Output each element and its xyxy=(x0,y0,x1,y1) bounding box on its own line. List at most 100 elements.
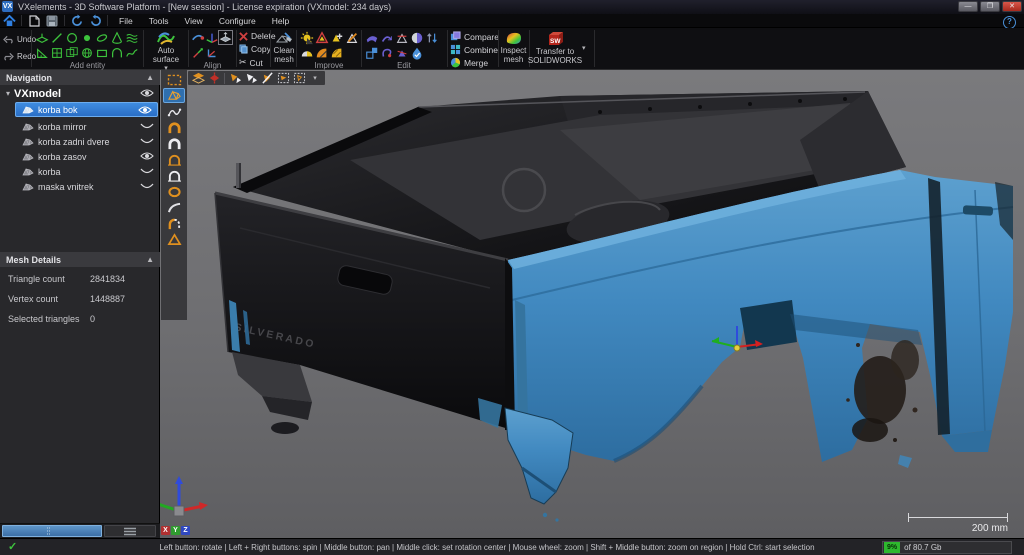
menu-help[interactable]: Help xyxy=(264,14,297,28)
extract-icon[interactable] xyxy=(394,30,409,45)
add-mesh-plane-icon[interactable] xyxy=(64,45,79,60)
menu-file[interactable]: File xyxy=(111,14,141,28)
tree-item-korba[interactable]: korba xyxy=(0,164,160,179)
new-document-icon[interactable] xyxy=(25,14,43,27)
collapse-navigation-icon[interactable]: ▲ xyxy=(146,73,154,82)
align-axes-icon[interactable] xyxy=(204,30,219,45)
fix-errors-icon[interactable] xyxy=(314,30,329,45)
visibility-eye-icon[interactable] xyxy=(140,151,154,163)
tree-item-maska-vnitrek[interactable]: maska vnitrek xyxy=(0,179,160,194)
menu-view[interactable]: View xyxy=(177,14,211,28)
copy-button[interactable]: Copy xyxy=(239,44,271,54)
list-view-toggle[interactable] xyxy=(104,525,156,537)
compare-button[interactable]: Compare xyxy=(450,31,499,42)
free-selection-icon[interactable] xyxy=(163,88,185,103)
align-move-icon[interactable] xyxy=(190,45,205,60)
flip-normals-icon[interactable] xyxy=(424,30,439,45)
fill-hole-whole-icon[interactable] xyxy=(163,120,185,135)
view-tools-dropdown-icon[interactable]: ▾ xyxy=(307,72,323,85)
offset-icon[interactable] xyxy=(379,30,394,45)
add-slot-icon[interactable] xyxy=(109,45,124,60)
home-icon[interactable] xyxy=(0,14,18,27)
add-cone-icon[interactable] xyxy=(109,30,124,45)
collapse-mesh-details-icon[interactable]: ▲ xyxy=(146,255,154,264)
navigation-panel-header[interactable]: Navigation ▲ xyxy=(0,70,160,85)
grow-selection-icon[interactable] xyxy=(275,72,291,85)
combine-button[interactable]: Combine xyxy=(450,44,498,55)
partial-hole-icon[interactable] xyxy=(163,216,185,231)
smooth-mesh-icon[interactable] xyxy=(299,45,314,60)
tree-item-korba-mirror[interactable]: korba mirror xyxy=(0,119,160,134)
triangle-tool-icon[interactable] xyxy=(163,232,185,247)
ellipse-tool-icon[interactable] xyxy=(163,184,185,199)
add-surface-icon[interactable] xyxy=(124,30,139,45)
add-polyline-icon[interactable] xyxy=(124,45,139,60)
visibility-closed-eye-icon[interactable] xyxy=(140,181,154,193)
decimate-icon[interactable] xyxy=(314,45,329,60)
cut-button[interactable]: ✂ Cut xyxy=(239,57,263,68)
add-triangles-icon[interactable] xyxy=(329,30,344,45)
visibility-closed-eye-icon[interactable] xyxy=(140,136,154,148)
add-line-icon[interactable] xyxy=(49,30,64,45)
save-icon[interactable] xyxy=(43,14,61,27)
transfer-solidworks-button[interactable]: SW Transfer to SOLIDWORKS xyxy=(531,30,579,65)
add-grid-plane-icon[interactable] xyxy=(49,45,64,60)
add-angle-icon[interactable] xyxy=(34,45,49,60)
align-plane-icon[interactable] xyxy=(218,30,233,45)
select-visible-icon[interactable] xyxy=(243,72,259,85)
minimize-button[interactable]: — xyxy=(958,1,978,12)
refine-icon[interactable] xyxy=(329,45,344,60)
remesh-icon[interactable] xyxy=(364,30,379,45)
merge-button[interactable]: Merge xyxy=(450,57,488,68)
curve-tool-icon[interactable] xyxy=(163,200,185,215)
select-backface-icon[interactable] xyxy=(227,72,243,85)
tree-item-korba-zasov[interactable]: korba zasov xyxy=(0,149,160,164)
visibility-closed-eye-icon[interactable] xyxy=(140,166,154,178)
expand-chevron-icon[interactable]: ▾ xyxy=(6,89,10,98)
scale-icon[interactable] xyxy=(364,45,379,60)
redo-circle-icon[interactable] xyxy=(86,14,104,27)
spin-icon[interactable] xyxy=(379,45,394,60)
spline-selection-icon[interactable] xyxy=(163,104,185,119)
add-sphere-icon[interactable] xyxy=(79,45,94,60)
visibility-eye-icon[interactable] xyxy=(138,105,152,117)
mesh-details-panel-header[interactable]: Mesh Details ▲ xyxy=(0,252,160,267)
validate-icon[interactable] xyxy=(409,45,424,60)
align-surface-icon[interactable] xyxy=(190,30,205,45)
add-point-icon[interactable] xyxy=(79,30,94,45)
add-ellipse-icon[interactable] xyxy=(94,30,109,45)
viewport-3d[interactable]: SILVERADO xyxy=(160,70,1024,538)
rectangle-selection-icon[interactable] xyxy=(163,72,185,87)
auto-surface-button[interactable]: Auto surface ▾ xyxy=(146,30,186,73)
tree-item-korba-bok[interactable]: korba bok xyxy=(15,102,158,117)
truck-bed-scan-model[interactable]: SILVERADO xyxy=(160,70,1024,538)
close-button[interactable]: ✕ xyxy=(1002,1,1022,12)
fill-hole-white-icon[interactable] xyxy=(163,136,185,151)
bridge-white-icon[interactable] xyxy=(163,168,185,183)
edit-triangles-icon[interactable] xyxy=(344,30,359,45)
shrink-selection-icon[interactable] xyxy=(291,72,307,85)
restore-button[interactable]: ❐ xyxy=(980,1,1000,12)
align-frame-icon[interactable] xyxy=(204,45,219,60)
show-through-icon[interactable] xyxy=(190,72,206,85)
add-plane-icon[interactable] xyxy=(34,30,49,45)
menu-configure[interactable]: Configure xyxy=(211,14,264,28)
brush-select-icon[interactable] xyxy=(259,72,275,85)
split-icon[interactable] xyxy=(409,30,424,45)
add-circle-icon[interactable] xyxy=(64,30,79,45)
fill-holes-icon[interactable] xyxy=(299,30,314,45)
patch-icon[interactable] xyxy=(394,45,409,60)
inspect-mesh-button[interactable]: Inspect mesh xyxy=(500,30,527,64)
clean-mesh-button[interactable]: Clean mesh xyxy=(272,30,296,64)
menu-tools[interactable]: Tools xyxy=(141,14,177,28)
transfer-dropdown-icon[interactable]: ▾ xyxy=(582,44,586,52)
add-rectangle-icon[interactable] xyxy=(94,45,109,60)
undo-circle-icon[interactable] xyxy=(68,14,86,27)
reset-view-icon[interactable] xyxy=(206,72,222,85)
visibility-closed-eye-icon[interactable] xyxy=(140,121,154,133)
tree-item-korba-zadni-dvere[interactable]: korba zadni dvere xyxy=(0,134,160,149)
bridge-orange-icon[interactable] xyxy=(163,152,185,167)
visibility-eye-icon[interactable] xyxy=(140,88,154,100)
tree-root-vxmodel[interactable]: ▾ VXmodel xyxy=(0,86,160,101)
tree-view-toggle[interactable] xyxy=(2,525,102,537)
